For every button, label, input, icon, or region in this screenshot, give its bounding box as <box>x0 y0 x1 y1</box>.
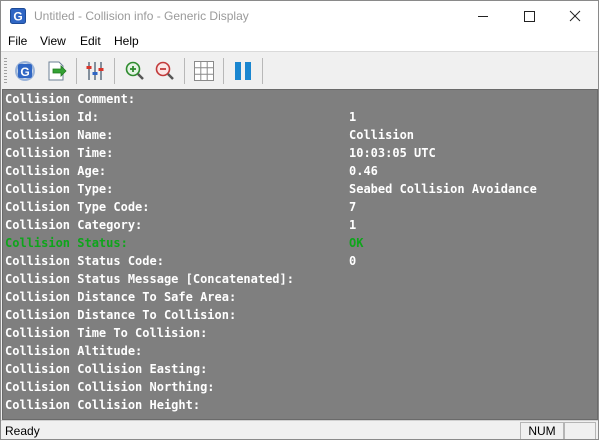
info-row-label: Collision Comment: <box>5 92 136 106</box>
info-row-label: Collision Collision Height: <box>5 398 201 412</box>
svg-text:G: G <box>13 10 22 24</box>
info-row: Collision Type: Seabed Collision Avoidanc… <box>5 180 595 198</box>
info-row-label: Collision Altitude: <box>5 344 143 358</box>
info-row-label: Collision Status: <box>5 236 128 250</box>
toolbar-separator <box>223 58 224 84</box>
app-window: G Untitled - Collision info - Generic Di… <box>0 0 599 440</box>
toolbar: G <box>1 51 598 90</box>
svg-text:G: G <box>20 65 29 79</box>
toolbar-separator <box>114 58 115 84</box>
info-row-value: 7 <box>349 200 357 214</box>
info-row: Collision Status: OK <box>5 234 595 252</box>
info-row-label: Collision Age: <box>5 164 107 178</box>
app-logo-icon[interactable]: G <box>10 8 26 24</box>
menu-view[interactable]: View <box>40 34 66 48</box>
info-row-label: Collision Name: <box>5 128 114 142</box>
info-row: Collision Id: 1 <box>5 108 595 126</box>
toolbar-grip[interactable] <box>4 58 7 84</box>
mixer-icon[interactable] <box>83 59 107 83</box>
collision-info-panel[interactable]: Collision Comment: Collision Id: 1 Collisio… <box>2 89 598 420</box>
app-logo-icon[interactable]: G <box>13 59 37 83</box>
info-row-label: Collision Id: <box>5 110 99 124</box>
zoom-out-icon[interactable] <box>153 59 177 83</box>
menu-edit[interactable]: Edit <box>80 34 101 48</box>
info-row-label: Collision Type Code: <box>5 200 150 214</box>
info-row-value: 0 <box>349 254 357 268</box>
info-row: Collision Distance To Safe Area: <box>5 288 595 306</box>
info-row: Collision Age: 0.46 <box>5 162 595 180</box>
toolbar-separator <box>184 58 185 84</box>
menu-bar: File View Edit Help <box>1 31 598 51</box>
menu-help[interactable]: Help <box>114 34 139 48</box>
info-row-label: Collision Category: <box>5 218 143 232</box>
export-icon[interactable] <box>45 59 69 83</box>
zoom-in-icon[interactable] <box>123 59 147 83</box>
info-row: Collision Altitude: <box>5 342 595 360</box>
toolbar-separator <box>76 58 77 84</box>
menu-file[interactable]: File <box>8 34 27 48</box>
info-row-label: Collision Collision Northing: <box>5 380 215 394</box>
info-row-value: 1 <box>349 218 357 232</box>
info-row: Collision Status Message [Concatenated]: <box>5 270 595 288</box>
info-row: Collision Collision Northing: <box>5 378 595 396</box>
info-row: Collision Time To Collision: <box>5 324 595 342</box>
info-row-label: Collision Distance To Collision: <box>5 308 237 322</box>
info-row: Collision Distance To Collision: <box>5 306 595 324</box>
info-row-value: 1 <box>349 110 357 124</box>
info-row: Collision Comment: <box>5 90 595 108</box>
info-row-label: Collision Time To Collision: <box>5 326 208 340</box>
info-row: Collision Collision Height: <box>5 396 595 414</box>
info-row-label: Collision Status Code: <box>5 254 164 268</box>
maximize-button[interactable] <box>506 1 552 31</box>
info-row: Collision Status Code: 0 <box>5 252 595 270</box>
info-row: Collision Category: 1 <box>5 216 595 234</box>
info-row-label: Collision Status Message [Concatenated]: <box>5 272 294 286</box>
status-pane <box>564 422 596 439</box>
info-row: Collision Type Code: 7 <box>5 198 595 216</box>
info-row-label: Collision Collision Easting: <box>5 362 208 376</box>
status-text: Ready <box>5 424 40 438</box>
info-row-value: Seabed Collision Avoidance <box>349 182 537 196</box>
grid-icon[interactable] <box>192 59 216 83</box>
num-lock-indicator: NUM <box>520 422 564 439</box>
info-row: Collision Name: Collision <box>5 126 595 144</box>
info-row-label: Collision Time: <box>5 146 114 160</box>
info-row-value: Collision <box>349 128 415 142</box>
info-row-value: 10:03:05 UTC <box>349 146 436 160</box>
info-row-label: Collision Type: <box>5 182 114 196</box>
window-title: Untitled - Collision info - Generic Disp… <box>34 9 249 23</box>
info-row: Collision Collision Easting: <box>5 360 595 378</box>
close-button[interactable] <box>552 1 598 31</box>
info-row: Collision Time: 10:03:05 UTC <box>5 144 595 162</box>
toolbar-separator <box>262 58 263 84</box>
minimize-button[interactable] <box>460 1 506 31</box>
info-row-value: 0.46 <box>349 164 378 178</box>
info-row-value: OK <box>349 236 364 250</box>
status-bar: Ready NUM <box>1 420 598 439</box>
pause-icon[interactable] <box>231 59 255 83</box>
title-bar[interactable]: G Untitled - Collision info - Generic Di… <box>1 1 598 31</box>
info-row-label: Collision Distance To Safe Area: <box>5 290 237 304</box>
